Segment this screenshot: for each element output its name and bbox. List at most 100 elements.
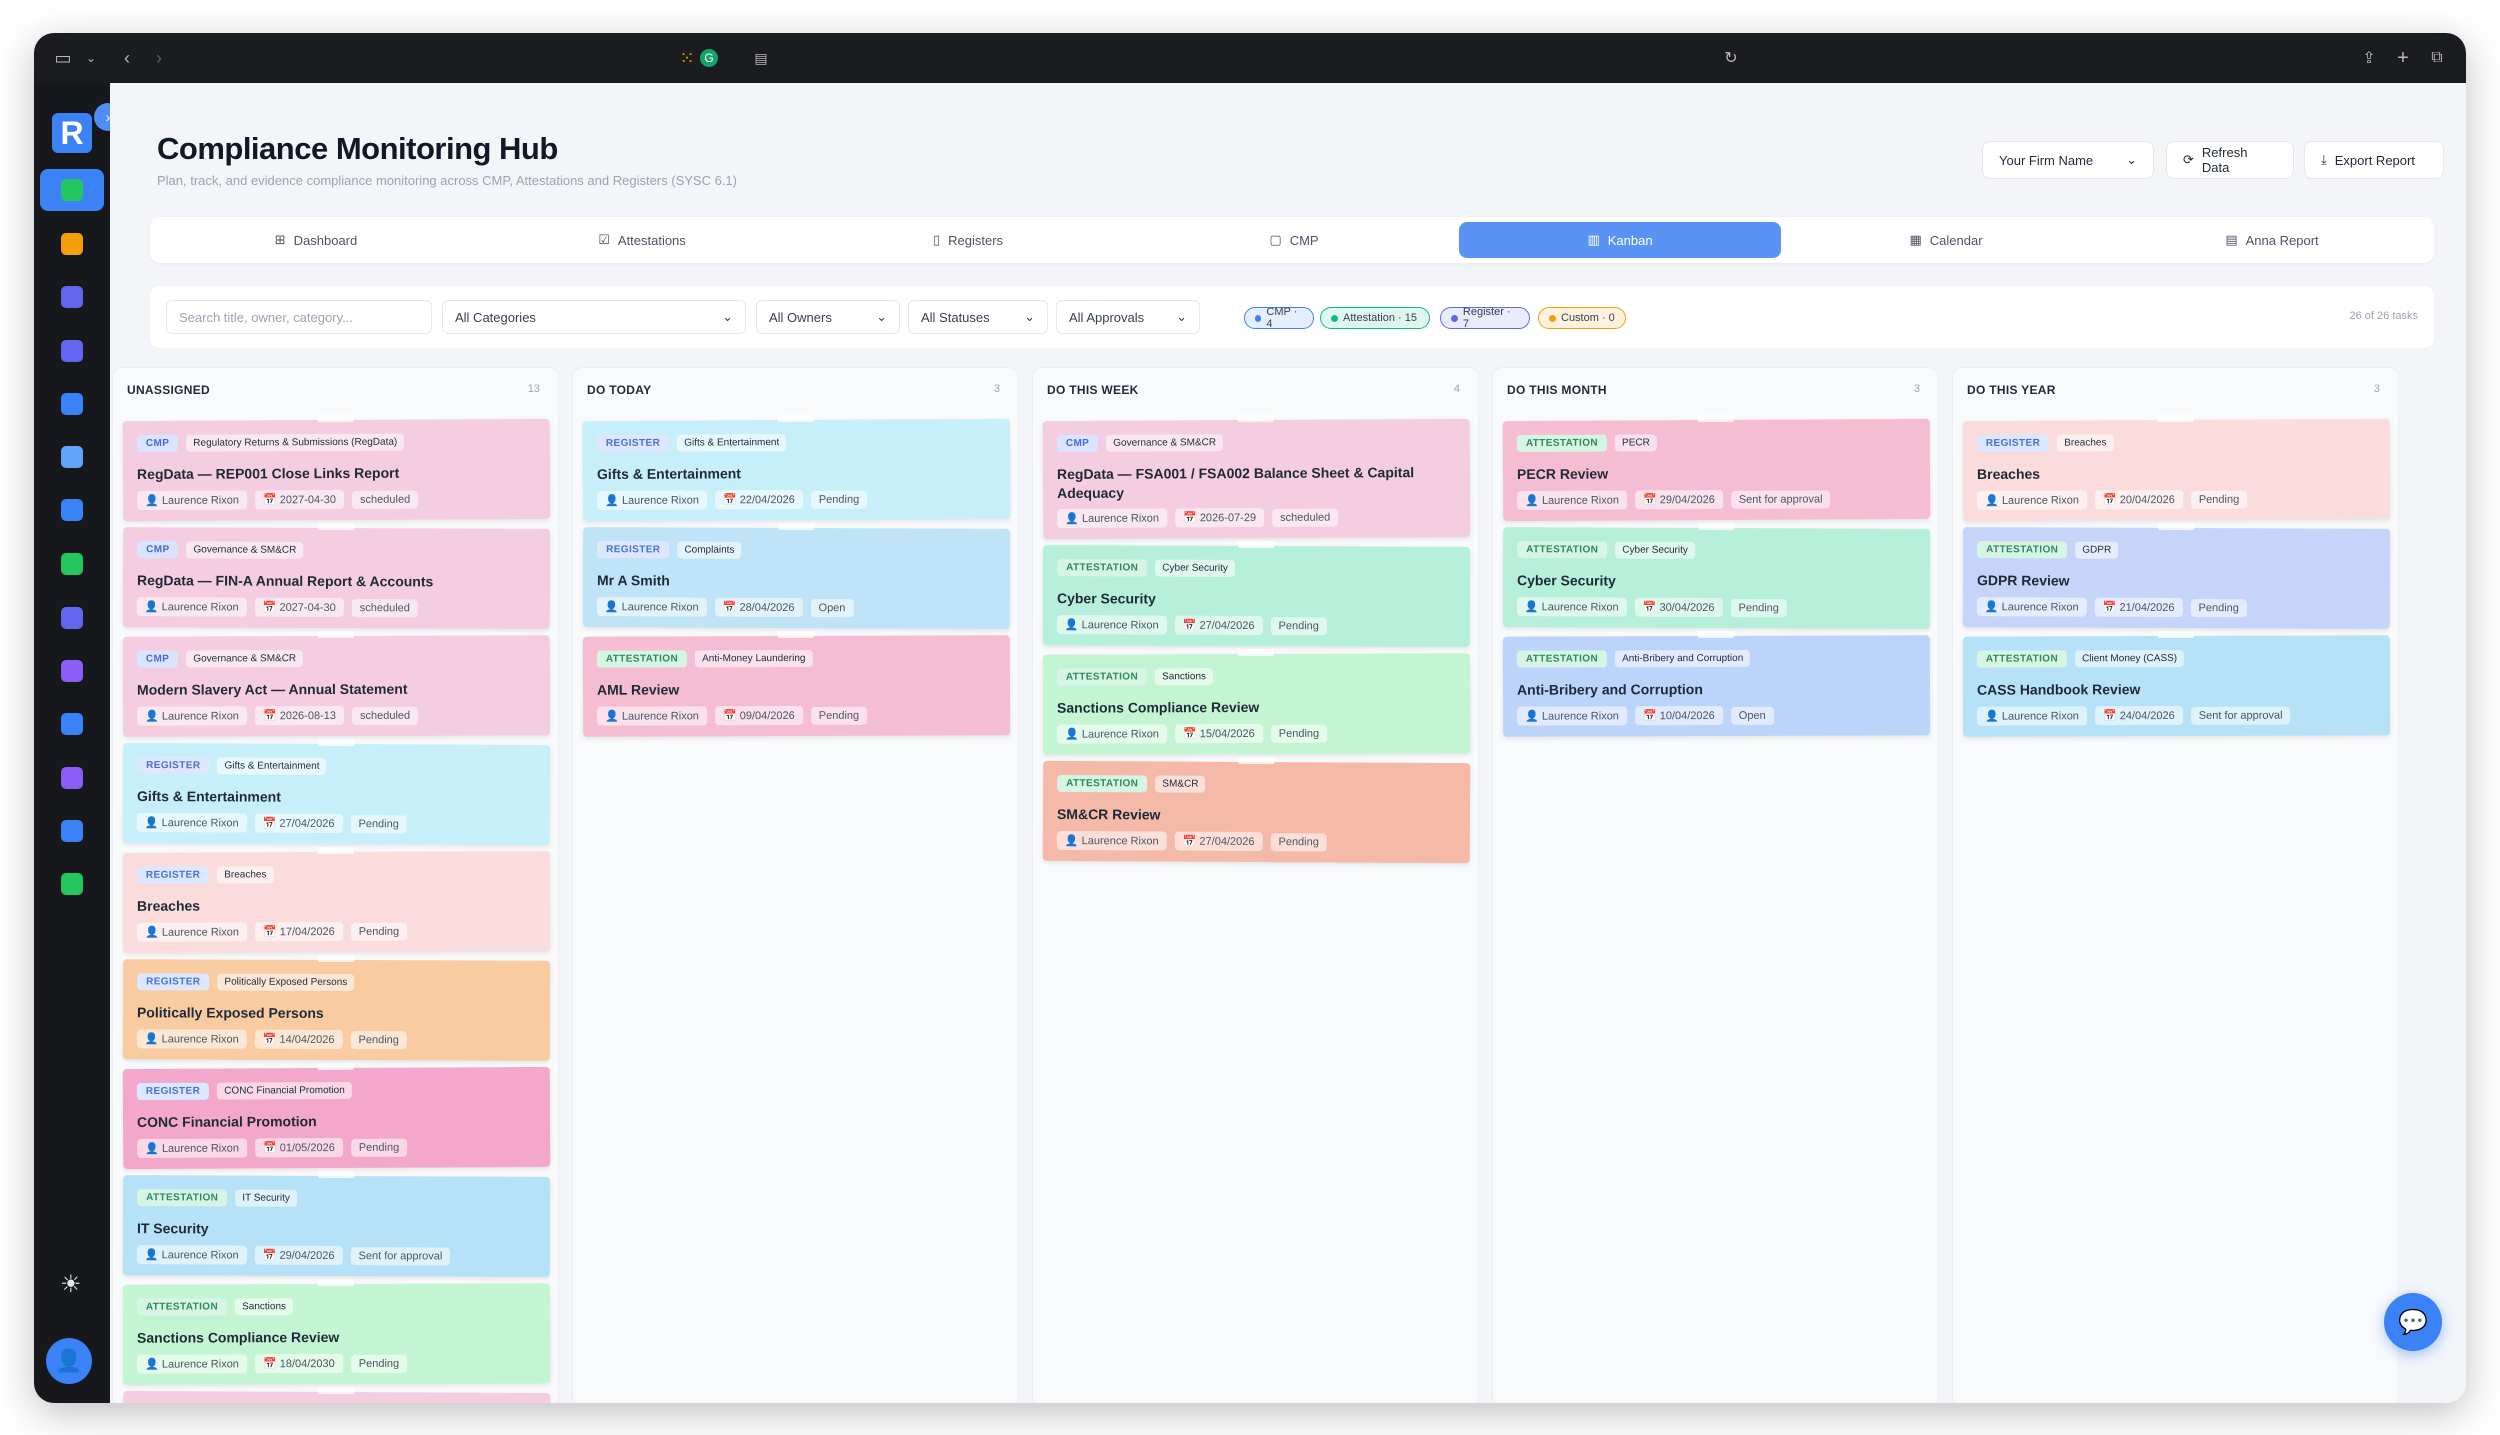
filter-chip[interactable]: CMP · 4 xyxy=(1244,306,1314,330)
chevron-down-icon[interactable]: ⌄ xyxy=(78,45,104,71)
new-tab-icon[interactable]: + xyxy=(2390,45,2416,71)
share-icon[interactable]: ⇪ xyxy=(2356,45,2382,71)
chip-dot xyxy=(1549,314,1556,322)
category-tag: Gifts & Entertainment xyxy=(217,757,327,775)
sidebar-item-chart[interactable] xyxy=(40,383,104,425)
column-title: DO THIS YEAR xyxy=(1967,383,2056,397)
owner-select[interactable]: All Owners ⌄ xyxy=(756,300,900,334)
task-card[interactable]: ATTESTATION Sanctions Sanctions Compliance… xyxy=(122,1278,551,1385)
tab-cmp[interactable]: ▢ CMP xyxy=(1133,222,1455,258)
task-card[interactable]: REGISTER Gifts & Entertainment Gifts & Ent… xyxy=(122,738,551,846)
task-card[interactable]: REGISTER Complaints Mr A Smith 👤 Laurence R… xyxy=(582,522,1011,629)
category-tag: SM&CR xyxy=(1155,775,1206,793)
avatar[interactable]: 👤 xyxy=(46,1338,92,1384)
tab-registers[interactable]: ▯ Registers xyxy=(807,222,1129,258)
task-card[interactable]: ATTESTATION GDPR GDPR Review 👤 Laurence Rix… xyxy=(1962,522,2391,629)
sidebar-item-users[interactable] xyxy=(40,276,104,318)
task-card[interactable]: REGISTER CONC Financial Promotion CONC Fin… xyxy=(122,1062,551,1170)
tab-kanban[interactable]: ▥ Kanban xyxy=(1459,222,1781,258)
sidebar-item-message[interactable] xyxy=(40,863,104,905)
type-badge: REGISTER xyxy=(137,756,210,775)
firm-select[interactable]: Your Firm Name ⌄ xyxy=(1982,141,2154,179)
reload-icon[interactable]: ↻ xyxy=(1718,45,1744,71)
task-card[interactable]: CMP Regulatory Returns & Submissions (Reg… xyxy=(122,414,551,522)
owner-chip-text: Laurence Rixon xyxy=(1081,728,1159,741)
sidebar-item-news[interactable] xyxy=(40,436,104,478)
sidebar-item-building[interactable] xyxy=(40,223,104,265)
task-card[interactable]: ATTESTATION Anti-Bribery and Corruption An… xyxy=(1502,630,1931,737)
filter-chip[interactable]: Custom · 0 xyxy=(1538,307,1626,329)
card-tape xyxy=(318,738,355,747)
task-card[interactable]: REGISTER Breaches Breaches 👤 Laurence Rixon… xyxy=(1962,414,2391,522)
status-chip-text: Pending xyxy=(358,1141,400,1154)
chip-label: Register · 7 xyxy=(1462,306,1511,330)
task-card[interactable]: ATTESTATION Sanctions Sanctions Compliance… xyxy=(1042,648,1471,755)
date-chip: 📅 15/04/2026 xyxy=(1174,723,1263,744)
task-card[interactable]: ATTESTATION IT Security IT Security 👤 Laure… xyxy=(122,1170,551,1277)
back-icon[interactable]: ‹ xyxy=(114,45,140,71)
grammarly-icon[interactable]: G xyxy=(696,45,722,71)
task-card[interactable]: ATTESTATION Cyber Security Cyber Security 👤… xyxy=(1042,540,1471,647)
task-card[interactable]: REGISTER Politically Exposed Persons Polit… xyxy=(122,954,551,1061)
sidebar-item-list[interactable] xyxy=(40,757,104,799)
status-select[interactable]: All Statuses ⌄ xyxy=(908,300,1048,334)
task-card[interactable]: REGISTER Gifts & Entertainment Gifts & Ent… xyxy=(582,414,1011,522)
category-select[interactable]: All Categories ⌄ xyxy=(442,300,746,334)
task-card[interactable]: CMP Governance & SM&CR RegData — FIN-A Ann… xyxy=(122,522,551,629)
approval-select[interactable]: All Approvals ⌄ xyxy=(1056,300,1200,334)
tab-calendar[interactable]: ▦ Calendar xyxy=(1785,222,2107,258)
status-chip-text: scheduled xyxy=(359,601,410,614)
sidebar-item-compliance[interactable] xyxy=(40,169,104,211)
task-card[interactable]: ATTESTATION Cyber Security Cyber Security 👤… xyxy=(1502,522,1931,629)
tab-dashboard[interactable]: ⊞ Dashboard xyxy=(155,222,477,258)
date-chip-text: 01/05/2026 xyxy=(279,1142,335,1155)
user-icon: 👤 xyxy=(1064,619,1082,632)
forward-icon[interactable]: › xyxy=(146,45,172,71)
type-badge: REGISTER xyxy=(136,1082,210,1101)
task-card[interactable]: ATTESTATION xyxy=(122,1386,551,1403)
date-chip: 📅 20/04/2026 xyxy=(2094,489,2183,510)
sidebar-item-lock[interactable] xyxy=(40,703,104,745)
sidebar-item-shield[interactable] xyxy=(40,330,104,372)
category-tag: Sanctions xyxy=(1155,668,1214,686)
sidebar-item-monitor[interactable] xyxy=(40,489,104,531)
task-card[interactable]: ATTESTATION SM&CR SM&CR Review 👤 Laurence R… xyxy=(1042,756,1471,864)
filter-chip[interactable]: Register · 7 xyxy=(1440,306,1530,330)
tab-attestations[interactable]: ☑ Attestations xyxy=(481,222,803,258)
chat-button[interactable]: 💬 xyxy=(2384,1293,2442,1351)
refresh-data-button[interactable]: ⟳ Refresh Data xyxy=(2166,141,2294,179)
sidebar-toggle-icon[interactable]: ▭ xyxy=(50,45,76,71)
sidebar-item-target[interactable] xyxy=(40,597,104,639)
card-tape xyxy=(1237,648,1274,657)
card-title: SM&CR Review xyxy=(1056,805,1161,823)
date-chip: 📅 27/04/2026 xyxy=(1174,831,1263,852)
chevron-down-icon: ⌄ xyxy=(2126,152,2137,167)
app-window: ▭ ⌄ ‹ › ⁙ G ▤ ↻ ⇪ + ⧉ R › ☀ 👤 Compliance… xyxy=(34,33,2466,1403)
task-card[interactable]: ATTESTATION Client Money (CASS) CASS Handb… xyxy=(1962,630,2391,737)
category-tag: Client Money (CASS) xyxy=(2075,649,2185,668)
tab-icon[interactable]: ▤ xyxy=(748,45,774,71)
task-card[interactable]: CMP Governance & SM&CR RegData — FSA001 / … xyxy=(1042,414,1471,540)
theme-toggle-icon[interactable]: ☀ xyxy=(60,1270,82,1299)
kanban-column: DO TODAY 3 REGISTER Gifts & Entertainment Gi… xyxy=(572,367,1019,1403)
task-card[interactable]: REGISTER Breaches Breaches 👤 Laurence Rixon… xyxy=(122,846,551,953)
filter-chip[interactable]: Attestation · 15 xyxy=(1320,307,1430,329)
tabs-overview-icon[interactable]: ⧉ xyxy=(2424,45,2450,71)
logo[interactable]: R xyxy=(52,113,92,153)
column-count: 3 xyxy=(993,383,1000,395)
date-chip: 📅 09/04/2026 xyxy=(714,705,803,726)
sidebar-item-store[interactable] xyxy=(40,650,104,692)
task-card[interactable]: ATTESTATION Anti-Money Laundering AML Revi… xyxy=(582,630,1011,737)
search-input[interactable]: Search title, owner, category... xyxy=(166,300,432,334)
status-chip-text: Sent for approval xyxy=(358,1249,443,1262)
export-report-button[interactable]: ⤓ Export Report xyxy=(2304,141,2444,179)
status-chip: Pending xyxy=(810,490,868,509)
tab-anna-report[interactable]: ▤ Anna Report xyxy=(2111,222,2433,258)
owner-chip-text: Laurence Rixon xyxy=(161,1033,239,1046)
sidebar-item-shield-check[interactable] xyxy=(40,543,104,585)
task-card[interactable]: CMP Governance & SM&CR Modern Slavery Act … xyxy=(122,630,551,737)
sidebar-item-edit[interactable] xyxy=(40,810,104,852)
date-chip-text: 21/04/2026 xyxy=(2119,601,2175,614)
date-chip: 📅 29/04/2026 xyxy=(1634,489,1723,510)
task-card[interactable]: ATTESTATION PECR PECR Review 👤 Laurence Rix… xyxy=(1502,414,1931,522)
